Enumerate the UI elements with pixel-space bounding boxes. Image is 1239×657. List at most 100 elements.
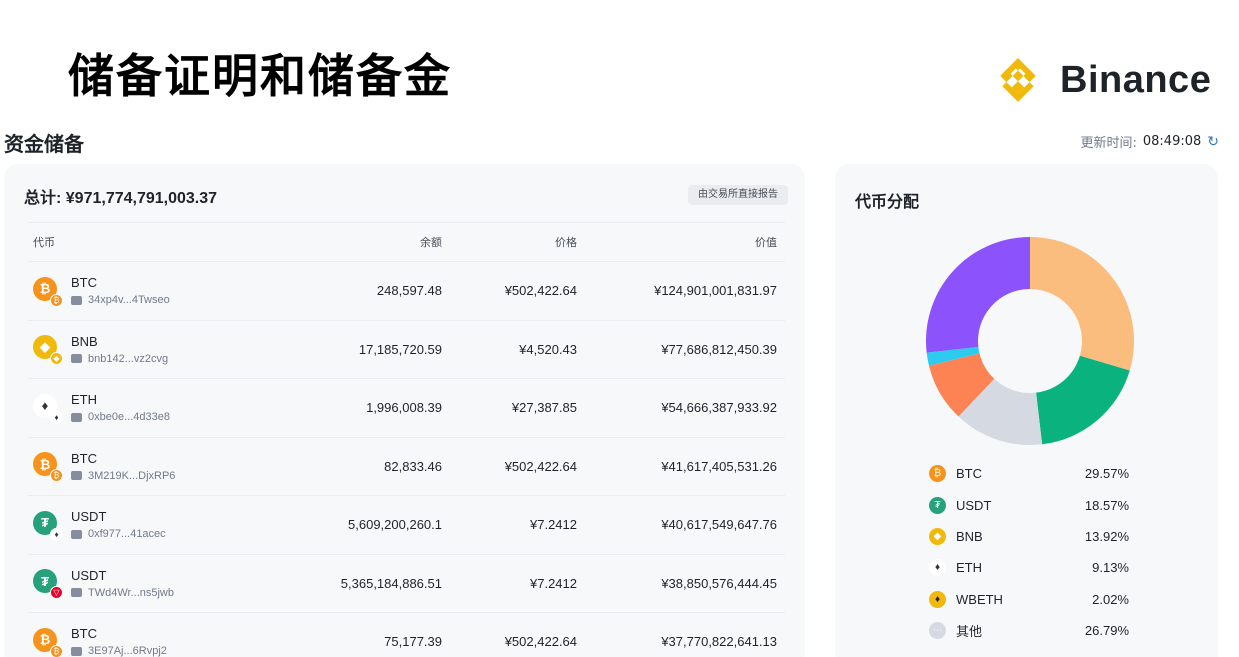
wallet-address-text: 3M219K...DjxRP6 (88, 469, 176, 482)
distribution-donut-chart (926, 237, 1134, 445)
total-value: 总计: ¥971,774,791,003.37 (24, 190, 218, 207)
legend-item[interactable]: ♦ WBETH 2.02% (929, 584, 1129, 615)
price-cell: ¥502,422.64 (504, 283, 577, 299)
table-row[interactable]: ₿ ₿ BTC 3M219K...DjxRP6 82,833.46 ¥502,422.64… (28, 438, 785, 496)
value-cell: ¥77,686,812,450.39 (661, 341, 777, 357)
coin-text: USDT 0xf977...41acec (71, 509, 166, 540)
price-cell: ¥4,520.43 (519, 341, 577, 357)
coin-text: BTC 34xp4v...4Twseo (71, 275, 170, 306)
table-row[interactable]: ₿ ₿ BTC 3E97Aj...6Rvpj2 75,177.39 ¥502,422.64… (28, 613, 785, 657)
binance-logo: Binance (992, 54, 1211, 106)
distribution-legend: ₿ BTC 29.57% ₮ USDT 18.57% ◆ BNB 13.92% ♦ ETH 9.13%… (929, 458, 1129, 646)
coin-text: BTC 3E97Aj...6Rvpj2 (71, 626, 167, 657)
legend-item[interactable]: ₮ USDT 18.57% (929, 489, 1129, 520)
wallet-icon (71, 588, 82, 598)
coin-symbol: USDT (71, 567, 107, 583)
table-header: 代币 余额 价格 价值 (28, 222, 785, 262)
legend-name: 其他 (956, 624, 983, 640)
coin-symbol: USDT (71, 509, 107, 525)
value-cell: ¥54,666,387,933.92 (661, 400, 777, 416)
coin-symbol: BTC (71, 450, 97, 466)
usdt-icon: ₮ (929, 496, 946, 514)
legend-item[interactable]: ◆ BNB 13.92% (929, 521, 1129, 552)
donut-slice-其他[interactable] (926, 237, 1030, 353)
coin-text: BTC 3M219K...DjxRP6 (71, 451, 175, 482)
wallet-icon (71, 471, 82, 481)
wallet-address-text: 0xf977...41acec (88, 528, 166, 541)
btc-chain-icon: ₿ (50, 293, 63, 307)
price-cell: ¥7.2412 (530, 517, 577, 533)
wallet-address[interactable]: 0xf977...41acec (71, 528, 166, 540)
header-value: 价值 (755, 236, 777, 249)
legend-name: USDT (956, 497, 992, 513)
legend-name: BNB (956, 528, 983, 544)
wallet-address[interactable]: TWd4Wr...ns5jwb (71, 587, 174, 599)
wallet-icon (71, 412, 82, 422)
table-row[interactable]: ₮ ▽ USDT TWd4Wr...ns5jwb 5,365,184,886.51 ¥7.… (28, 555, 785, 613)
coin-symbol: BTC (71, 275, 97, 291)
wallet-icon (71, 646, 82, 656)
balance-cell: 82,833.46 (384, 458, 442, 474)
table-row[interactable]: ₮ ♦ USDT 0xf977...41acec 5,609,200,260.1 ¥7.2… (28, 496, 785, 555)
coin-icon-group: ₮ ▽ (33, 569, 63, 600)
wallet-address-text: TWd4Wr...ns5jwb (88, 586, 174, 599)
legend-percent: 29.57% (1084, 466, 1129, 482)
legend-item[interactable]: ⋯ 其他 26.79% (929, 615, 1129, 646)
bnb-chain-icon: ◆ (50, 352, 63, 366)
btc-icon: ₿ (929, 465, 946, 483)
header-price: 价格 (555, 236, 577, 249)
legend-item[interactable]: ♦ ETH 9.13% (929, 552, 1129, 583)
wallet-icon (71, 354, 82, 364)
coin-icon-group: ₿ ₿ (33, 452, 63, 483)
coin-cell: ₿ ₿ BTC 3E97Aj...6Rvpj2 (28, 626, 268, 657)
wallet-icon (71, 529, 82, 539)
balance-cell: 17,185,720.59 (358, 341, 442, 357)
coin-cell: ₿ ₿ BTC 3M219K...DjxRP6 (28, 451, 268, 483)
value-cell: ¥40,617,549,647.76 (661, 517, 777, 533)
wallet-address[interactable]: 3M219K...DjxRP6 (71, 470, 175, 482)
eth-icon: ♦ (929, 559, 946, 577)
update-label: 更新时间: (1080, 136, 1137, 151)
coin-icon-group: ₿ ₿ (33, 276, 63, 307)
legend-percent: 13.92% (1084, 528, 1129, 544)
coin-symbol: ETH (71, 392, 97, 408)
wallet-address[interactable]: 3E97Aj...6Rvpj2 (71, 645, 167, 657)
legend-name: BTC (956, 466, 982, 482)
header-coin: 代币 (33, 236, 55, 249)
price-cell: ¥502,422.64 (504, 634, 577, 650)
wallet-icon (71, 295, 82, 305)
value-cell: ¥41,617,405,531.26 (661, 458, 777, 474)
value-cell: ¥124,901,001,831.97 (654, 283, 777, 299)
balance-cell: 5,609,200,260.1 (348, 517, 442, 533)
binance-logo-text: Binance (1060, 58, 1212, 101)
coin-symbol: BNB (71, 333, 98, 349)
refresh-icon[interactable]: ↻ (1207, 134, 1219, 150)
update-time: 更新时间: 08:49:08 ↻ (1080, 132, 1219, 152)
table-row[interactable]: ♦ ♦ ETH 0xbe0e...4d33e8 1,996,008.39 ¥27,387.… (28, 379, 785, 438)
coin-cell: ₮ ♦ USDT 0xf977...41acec (28, 509, 268, 541)
coin-symbol: BTC (71, 626, 97, 642)
coin-cell: ₮ ▽ USDT TWd4Wr...ns5jwb (28, 567, 268, 600)
wallet-address[interactable]: 0xbe0e...4d33e8 (71, 411, 170, 423)
donut-slice-btc[interactable] (1030, 237, 1134, 371)
wallet-address[interactable]: bnb142...vz2cvg (71, 353, 168, 365)
reserves-table: 代币 余额 价格 价值 ₿ ₿ BTC 34xp4v...4Twseo 248,597.… (28, 222, 785, 657)
balance-cell: 1,996,008.39 (366, 400, 442, 416)
wallet-address[interactable]: 34xp4v...4Twseo (71, 294, 170, 306)
donut-slice-usdt[interactable] (1036, 355, 1130, 445)
balance-cell: 5,365,184,886.51 (340, 575, 442, 591)
wallet-address-text: 34xp4v...4Twseo (88, 294, 170, 307)
eth-chain-icon: ♦ (50, 527, 63, 541)
distribution-panel: 代币分配 ₿ BTC 29.57% ₮ USDT 18.57% ◆ BNB 13.92% ♦ ETH… (835, 164, 1218, 657)
table-row[interactable]: ◆ ◆ BNB bnb142...vz2cvg 17,185,720.59 ¥4,520.… (28, 321, 785, 379)
legend-percent: 9.13% (1092, 560, 1129, 576)
table-row[interactable]: ₿ ₿ BTC 34xp4v...4Twseo 248,597.48 ¥502,422.6… (28, 262, 785, 321)
tron-chain-icon: ▽ (50, 586, 63, 600)
legend-name: ETH (956, 560, 982, 576)
update-time-value: 08:49:08 (1142, 134, 1202, 149)
coin-icon-group: ₮ ♦ (33, 510, 63, 541)
other-icon: ⋯ (929, 622, 946, 640)
legend-item[interactable]: ₿ BTC 29.57% (929, 458, 1129, 489)
legend-percent: 2.02% (1092, 591, 1129, 607)
section-title: 资金储备 (4, 132, 84, 156)
